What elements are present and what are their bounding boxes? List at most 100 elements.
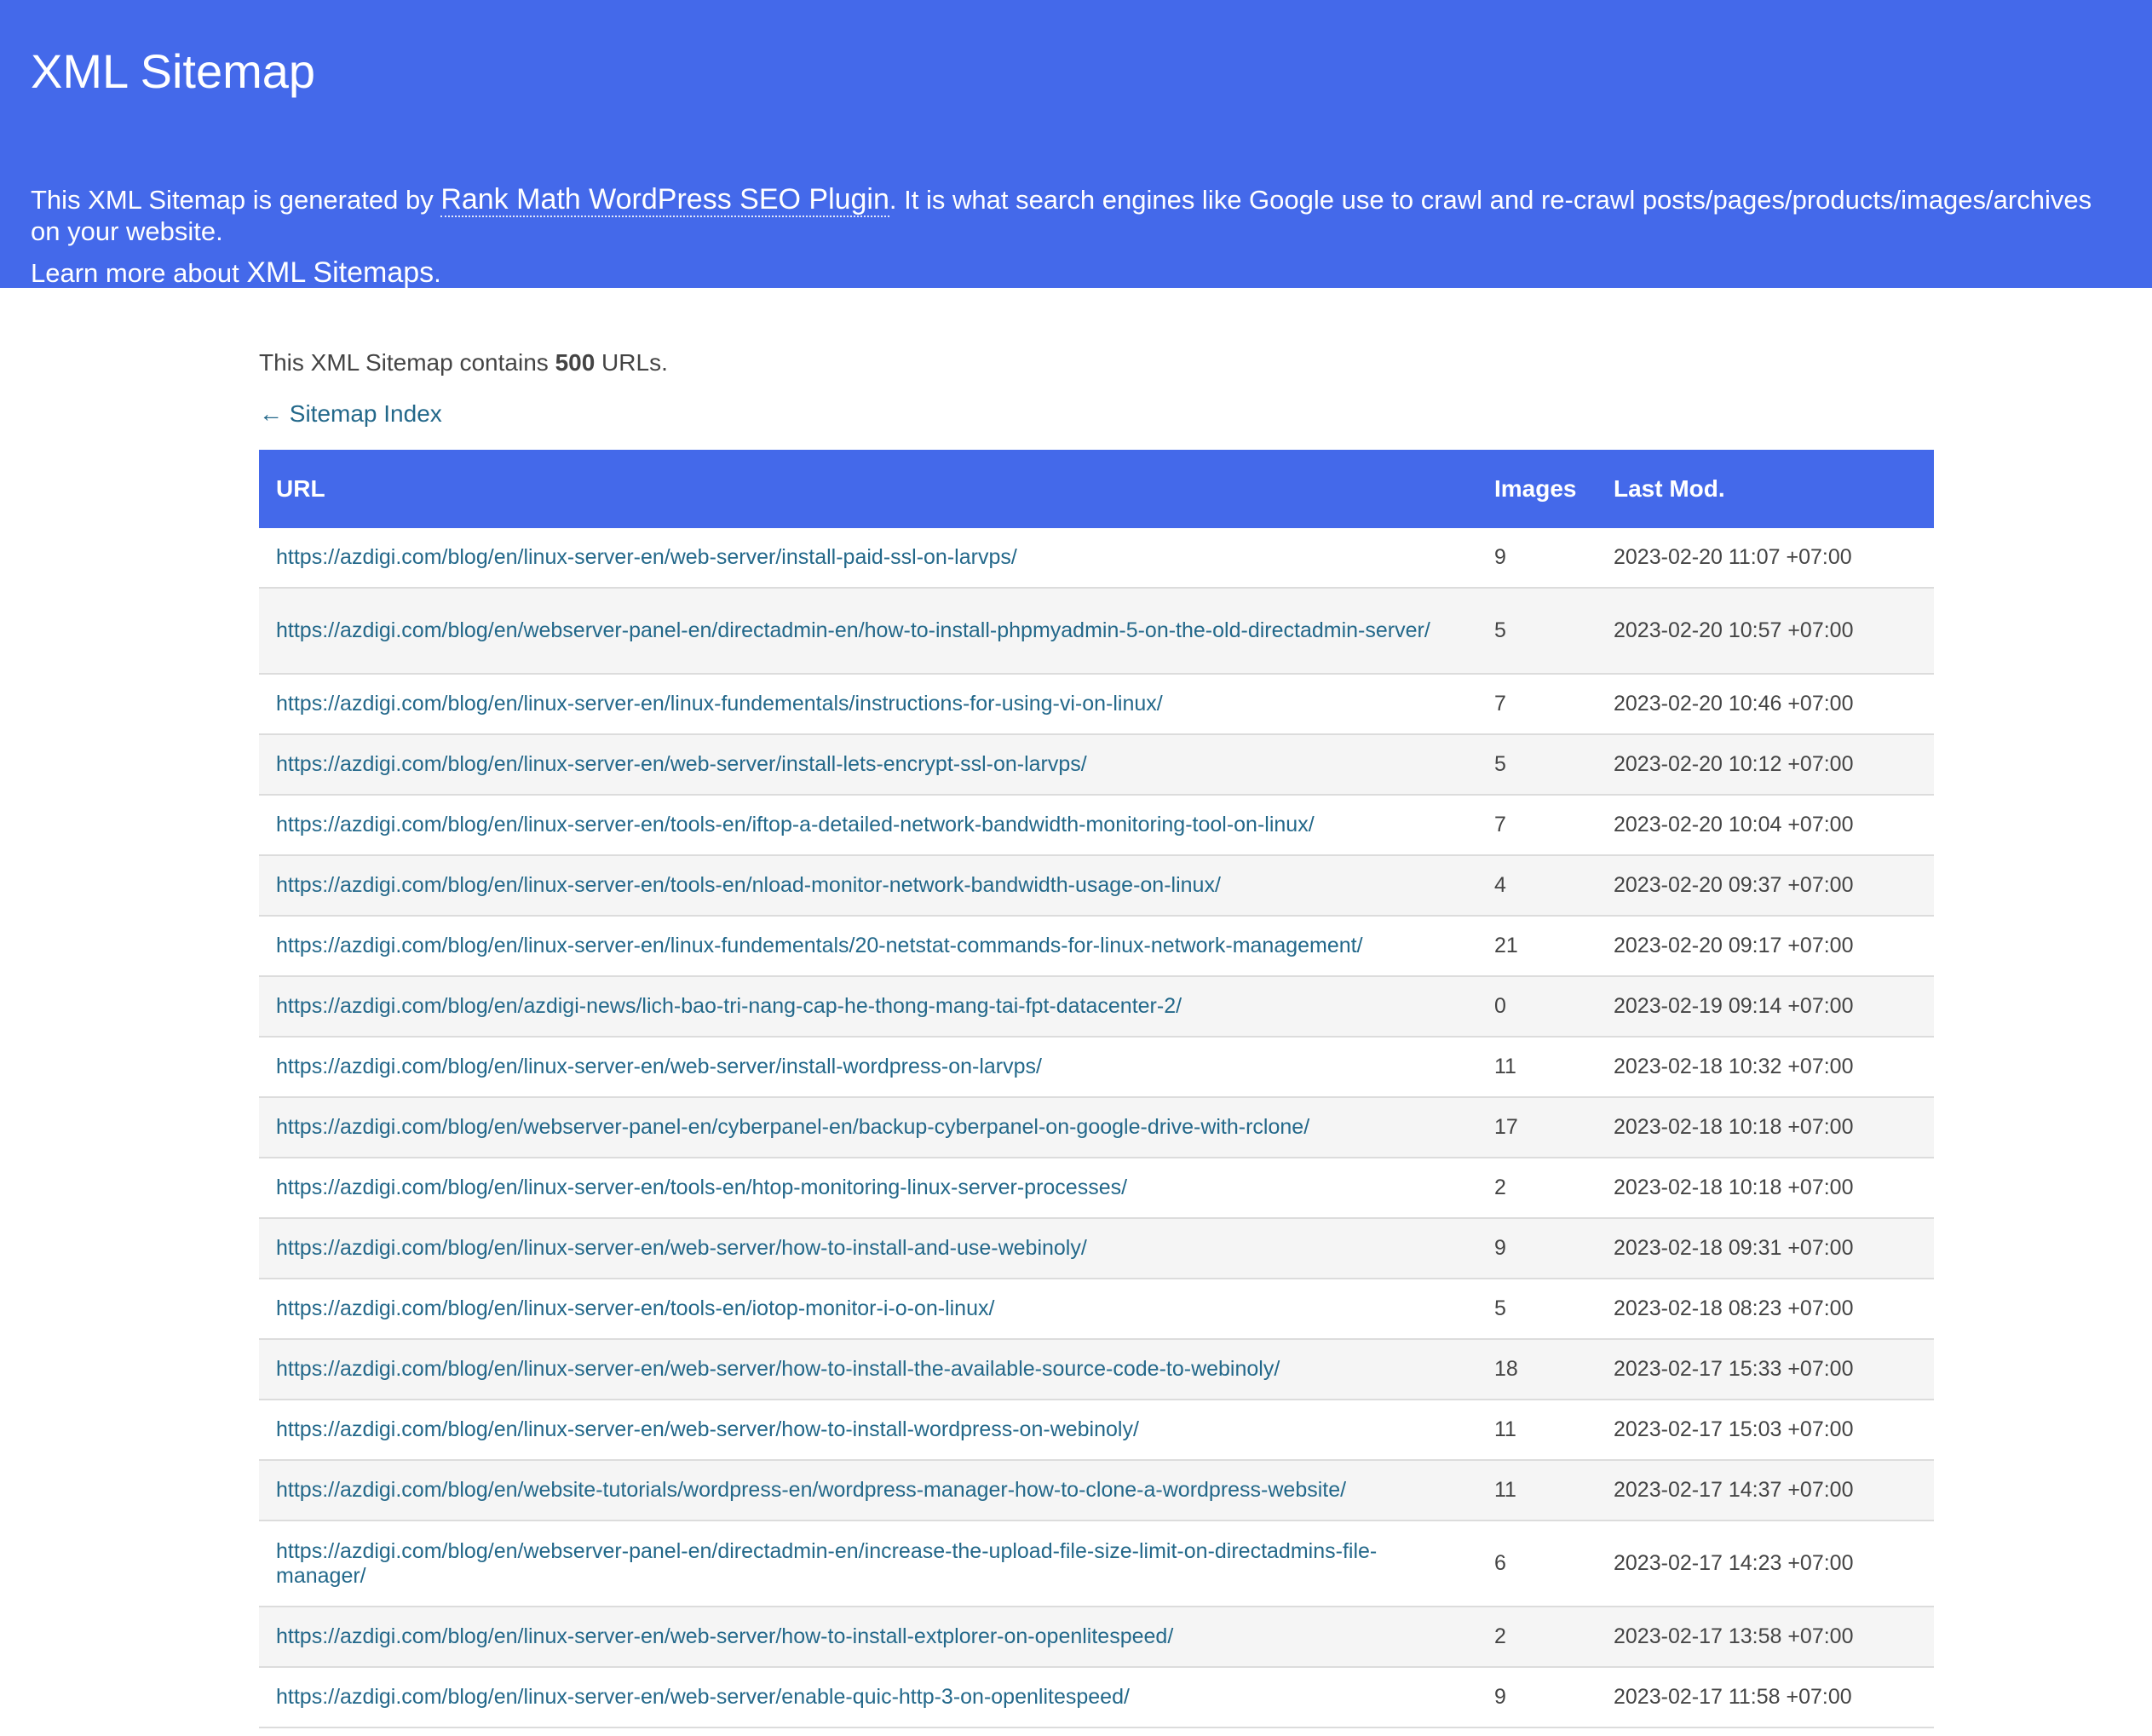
table-row: https://azdigi.com/blog/en/linux-server-… — [259, 1158, 1934, 1219]
url-link[interactable]: https://azdigi.com/blog/en/website-tutor… — [276, 1478, 1346, 1502]
url-cell: https://azdigi.com/blog/en/webserver-pan… — [259, 1097, 1477, 1158]
sitemap-index-link[interactable]: ← Sitemap Index — [259, 399, 442, 429]
last-mod-cell: 2023-02-20 10:12 +07:00 — [1597, 734, 1934, 796]
images-count-cell: 9 — [1477, 528, 1597, 589]
page-title: XML Sitemap — [31, 44, 316, 98]
url-cell: https://azdigi.com/blog/en/linux-server-… — [259, 674, 1477, 735]
url-cell: https://azdigi.com/blog/en/linux-server-… — [259, 855, 1477, 917]
table-header-row: URL Images Last Mod. — [259, 450, 1934, 528]
last-mod-cell: 2023-02-17 11:58 +07:00 — [1597, 1667, 1934, 1728]
url-link[interactable]: https://azdigi.com/blog/en/linux-server-… — [276, 873, 1221, 897]
table-row: https://azdigi.com/blog/en/webserver-pan… — [259, 1520, 1934, 1607]
last-mod-cell: 2023-02-20 10:04 +07:00 — [1597, 795, 1934, 856]
table-row: https://azdigi.com/blog/en/linux-server-… — [259, 528, 1934, 589]
url-link[interactable]: https://azdigi.com/blog/en/webserver-pan… — [276, 1539, 1377, 1588]
url-link[interactable]: https://azdigi.com/blog/en/linux-server-… — [276, 752, 1087, 776]
images-count-cell: 21 — [1477, 916, 1597, 977]
url-cell: https://azdigi.com/blog/en/linux-server-… — [259, 1218, 1477, 1279]
last-mod-cell: 2023-02-20 10:46 +07:00 — [1597, 674, 1934, 735]
images-count-cell: 2 — [1477, 1607, 1597, 1668]
column-header-images[interactable]: Images — [1477, 450, 1597, 528]
url-link[interactable]: https://azdigi.com/blog/en/linux-server-… — [276, 1685, 1130, 1709]
url-cell: https://azdigi.com/blog/en/linux-server-… — [259, 1158, 1477, 1219]
learn-prefix: Learn more about — [31, 258, 247, 288]
images-count-cell: 0 — [1477, 976, 1597, 1038]
count-prefix: This XML Sitemap contains — [259, 349, 555, 376]
column-header-url[interactable]: URL — [259, 450, 1477, 528]
url-link[interactable]: https://azdigi.com/blog/en/azdigi-news/l… — [276, 994, 1182, 1018]
table-row: https://azdigi.com/blog/en/linux-server-… — [259, 1400, 1934, 1461]
rank-math-link[interactable]: Rank Math WordPress SEO Plugin — [440, 183, 889, 217]
last-mod-cell: 2023-02-20 10:57 +07:00 — [1597, 588, 1934, 675]
url-link[interactable]: https://azdigi.com/blog/en/linux-server-… — [276, 545, 1017, 569]
last-mod-cell: 2023-02-18 10:18 +07:00 — [1597, 1158, 1934, 1219]
url-link[interactable]: https://azdigi.com/blog/en/linux-server-… — [276, 692, 1163, 716]
url-cell: https://azdigi.com/blog/en/linux-server-… — [259, 1339, 1477, 1400]
images-count-cell: 11 — [1477, 1037, 1597, 1098]
images-count-cell: 6 — [1477, 1520, 1597, 1607]
url-count-text: This XML Sitemap contains 500 URLs. — [259, 348, 668, 378]
url-cell: https://azdigi.com/blog/en/linux-server-… — [259, 795, 1477, 856]
images-count-cell: 4 — [1477, 855, 1597, 917]
images-count-cell: 17 — [1477, 1097, 1597, 1158]
url-link[interactable]: https://azdigi.com/blog/en/webserver-pan… — [276, 618, 1430, 642]
url-link[interactable]: https://azdigi.com/blog/en/linux-server-… — [276, 1296, 994, 1320]
url-link[interactable]: https://azdigi.com/blog/en/linux-server-… — [276, 1055, 1042, 1078]
url-cell: https://azdigi.com/blog/en/azdigi-news/l… — [259, 976, 1477, 1038]
table-row: https://azdigi.com/blog/en/azdigi-news/l… — [259, 976, 1934, 1038]
count-suffix: URLs. — [595, 349, 668, 376]
images-count-cell: 7 — [1477, 674, 1597, 735]
url-link[interactable]: https://azdigi.com/blog/en/linux-server-… — [276, 1176, 1127, 1199]
table-row: https://azdigi.com/blog/en/linux-server-… — [259, 1279, 1934, 1340]
last-mod-cell: 2023-02-20 11:07 +07:00 — [1597, 528, 1934, 589]
last-mod-cell: 2023-02-20 09:37 +07:00 — [1597, 855, 1934, 917]
images-count-cell: 11 — [1477, 1460, 1597, 1521]
last-mod-cell: 2023-02-18 10:18 +07:00 — [1597, 1097, 1934, 1158]
table-row: https://azdigi.com/blog/en/linux-server-… — [259, 1667, 1934, 1728]
table-row: https://azdigi.com/blog/en/linux-server-… — [259, 674, 1934, 735]
column-header-last-mod[interactable]: Last Mod. — [1597, 450, 1934, 528]
images-count-cell: 9 — [1477, 1667, 1597, 1728]
url-cell: https://azdigi.com/blog/en/linux-server-… — [259, 1400, 1477, 1461]
last-mod-cell: 2023-02-17 15:03 +07:00 — [1597, 1400, 1934, 1461]
url-cell: https://azdigi.com/blog/en/website-tutor… — [259, 1460, 1477, 1521]
images-count-cell: 2 — [1477, 1158, 1597, 1219]
url-cell: https://azdigi.com/blog/en/linux-server-… — [259, 528, 1477, 589]
images-count-cell: 18 — [1477, 1339, 1597, 1400]
url-cell: https://azdigi.com/blog/en/webserver-pan… — [259, 1520, 1477, 1607]
url-link[interactable]: https://azdigi.com/blog/en/linux-server-… — [276, 934, 1363, 957]
images-count-cell: 5 — [1477, 734, 1597, 796]
last-mod-cell: 2023-02-19 09:14 +07:00 — [1597, 976, 1934, 1038]
url-link[interactable]: https://azdigi.com/blog/en/linux-server-… — [276, 1417, 1139, 1441]
images-count-cell: 11 — [1477, 1400, 1597, 1461]
last-mod-cell: 2023-02-20 09:17 +07:00 — [1597, 916, 1934, 977]
images-count-cell: 7 — [1477, 795, 1597, 856]
url-link[interactable]: https://azdigi.com/blog/en/linux-server-… — [276, 1357, 1280, 1381]
table-row: https://azdigi.com/blog/en/linux-server-… — [259, 1607, 1934, 1668]
images-count-cell: 5 — [1477, 588, 1597, 675]
images-count-cell: 5 — [1477, 1279, 1597, 1340]
sitemap-header: XML Sitemap This XML Sitemap is generate… — [0, 0, 2152, 290]
table-row: https://azdigi.com/blog/en/linux-server-… — [259, 1037, 1934, 1098]
last-mod-cell: 2023-02-17 14:37 +07:00 — [1597, 1460, 1934, 1521]
url-cell: https://azdigi.com/blog/en/linux-server-… — [259, 1279, 1477, 1340]
url-link[interactable]: https://azdigi.com/blog/en/linux-server-… — [276, 1236, 1087, 1260]
url-cell: https://azdigi.com/blog/en/linux-server-… — [259, 734, 1477, 796]
last-mod-cell: 2023-02-17 14:23 +07:00 — [1597, 1520, 1934, 1607]
last-mod-cell: 2023-02-18 09:31 +07:00 — [1597, 1218, 1934, 1279]
url-link[interactable]: https://azdigi.com/blog/en/linux-server-… — [276, 1624, 1173, 1648]
url-link[interactable]: https://azdigi.com/blog/en/webserver-pan… — [276, 1115, 1309, 1139]
url-cell: https://azdigi.com/blog/en/linux-server-… — [259, 1667, 1477, 1728]
table-row: https://azdigi.com/blog/en/linux-server-… — [259, 1339, 1934, 1400]
url-cell: https://azdigi.com/blog/en/webserver-pan… — [259, 588, 1477, 675]
learn-suffix: . — [434, 258, 441, 288]
header-description: This XML Sitemap is generated by Rank Ma… — [31, 183, 2121, 247]
intro-prefix: This XML Sitemap is generated by — [31, 185, 441, 215]
table-body: https://azdigi.com/blog/en/linux-server-… — [259, 528, 1934, 1728]
last-mod-cell: 2023-02-17 15:33 +07:00 — [1597, 1339, 1934, 1400]
url-link[interactable]: https://azdigi.com/blog/en/linux-server-… — [276, 813, 1315, 836]
sitemap-table: URL Images Last Mod. https://azdigi.com/… — [259, 450, 1934, 1728]
xml-sitemaps-link[interactable]: XML Sitemaps — [246, 256, 434, 290]
url-count: 500 — [555, 349, 596, 376]
table-row: https://azdigi.com/blog/en/website-tutor… — [259, 1460, 1934, 1521]
